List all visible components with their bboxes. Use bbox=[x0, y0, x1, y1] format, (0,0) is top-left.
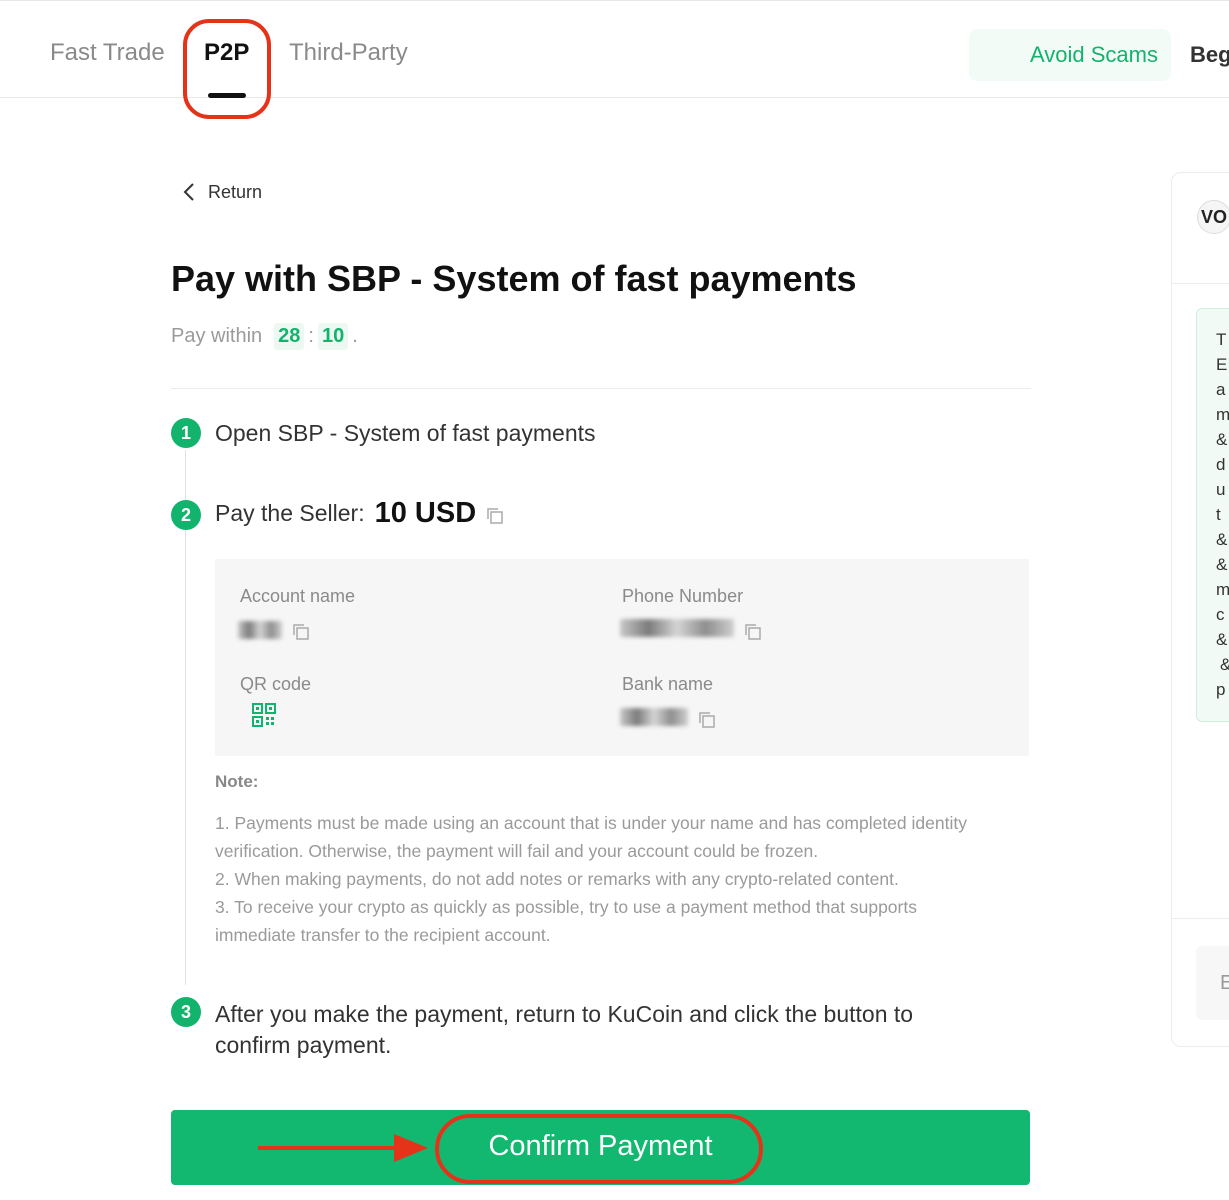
return-link[interactable]: Return bbox=[180, 178, 262, 206]
chat-text-fragment: & bbox=[1216, 630, 1228, 649]
note-line: immediate transfer to the recipient acco… bbox=[215, 925, 551, 945]
confirm-highlight-annotation bbox=[435, 1114, 763, 1184]
top-nav: Fast Trade P2P Third-Party Avoid Scams B… bbox=[0, 0, 1229, 119]
chat-text-fragment: m bbox=[1216, 580, 1229, 599]
bank-name-label: Bank name bbox=[622, 674, 714, 694]
chat-text-fragment: c bbox=[1216, 605, 1225, 624]
chat-text-fragment: d bbox=[1216, 455, 1226, 474]
avoid-scams-button[interactable]: Avoid Scams bbox=[969, 29, 1171, 81]
chat-text-fragment: t bbox=[1216, 505, 1221, 524]
step-3-number: 3 bbox=[171, 997, 201, 1027]
account-name-label: Account name bbox=[240, 586, 356, 606]
pay-within-timer: Pay within 28 : 10 . bbox=[171, 323, 358, 350]
note-line: 3. To receive your crypto as quickly as … bbox=[215, 897, 917, 917]
chat-text-fragment: u bbox=[1216, 480, 1226, 499]
chevron-left-icon bbox=[183, 183, 194, 201]
copy-amount-icon[interactable] bbox=[486, 507, 504, 525]
step-1-text: Open SBP - System of fast payments bbox=[215, 420, 596, 446]
copy-phone-number-icon[interactable] bbox=[744, 623, 762, 641]
tab-fast-trade[interactable]: Fast Trade bbox=[50, 39, 165, 67]
chat-input[interactable]: E bbox=[1196, 946, 1229, 1020]
tab-third-party[interactable]: Third-Party bbox=[289, 39, 408, 67]
chat-text-fragment: & bbox=[1216, 430, 1228, 449]
chat-text-fragment: & bbox=[1216, 555, 1228, 574]
chat-text-fragment: T bbox=[1216, 330, 1227, 349]
step-3-line-1: After you make the payment, return to Ku… bbox=[215, 1001, 914, 1027]
step-2-text: Pay the Seller: bbox=[215, 500, 365, 526]
avoid-scams-label: Avoid Scams bbox=[1030, 42, 1158, 67]
chat-text-fragment: & bbox=[1220, 655, 1229, 675]
timer-end: . bbox=[352, 325, 358, 347]
copy-account-name-icon[interactable] bbox=[292, 623, 310, 641]
chat-text-fragment: a bbox=[1216, 380, 1226, 399]
nav-link-beginner[interactable]: Beg bbox=[1190, 42, 1229, 68]
timer-separator: : bbox=[308, 325, 314, 347]
chat-divider bbox=[1172, 283, 1229, 284]
timer-minutes: 28 bbox=[274, 323, 305, 350]
qr-code-icon[interactable] bbox=[252, 703, 276, 727]
step-3-text: After you make the payment, return to Ku… bbox=[215, 999, 913, 1061]
chat-text-fragment: & bbox=[1216, 530, 1228, 549]
pay-within-label: Pay within bbox=[171, 325, 263, 347]
step-1-number: 1 bbox=[171, 418, 201, 448]
step-2-number: 2 bbox=[171, 500, 201, 530]
phone-number-label: Phone Number bbox=[622, 586, 744, 606]
account-name-value-blurred bbox=[238, 621, 282, 639]
phone-number-value-blurred bbox=[620, 619, 734, 637]
copy-bank-name-icon[interactable] bbox=[698, 711, 716, 729]
note-text: 1. Payments must be made using an accoun… bbox=[215, 809, 1035, 949]
arrow-right-icon bbox=[258, 1134, 428, 1162]
chat-text-fragment: m bbox=[1216, 405, 1229, 424]
chat-divider bbox=[1172, 918, 1229, 919]
timer-seconds: 10 bbox=[317, 323, 349, 350]
divider bbox=[171, 388, 1031, 389]
return-label: Return bbox=[208, 181, 263, 202]
chat-text-fragment: p bbox=[1216, 680, 1226, 699]
step-3-line-2: confirm payment. bbox=[215, 1032, 392, 1058]
note-line: 1. Payments must be made using an accoun… bbox=[215, 813, 967, 833]
note-title: Note: bbox=[215, 772, 259, 791]
p2p-highlight-annotation bbox=[183, 19, 271, 119]
chat-text-fragment: E bbox=[1216, 355, 1228, 374]
steps-connector-line bbox=[185, 450, 186, 985]
bank-name-value-blurred bbox=[620, 708, 688, 726]
chat-input-placeholder: E bbox=[1220, 972, 1229, 994]
step-2-row: Pay the Seller: 10 USD bbox=[215, 497, 504, 530]
qr-code-label: QR code bbox=[240, 674, 312, 694]
note-line: 2. When making payments, do not add note… bbox=[215, 869, 899, 889]
avatar: VO bbox=[1197, 200, 1229, 234]
note-line: verification. Otherwise, the payment wil… bbox=[215, 841, 819, 861]
payment-amount: 10 USD bbox=[374, 497, 477, 529]
page-title: Pay with SBP - System of fast payments bbox=[171, 258, 857, 299]
